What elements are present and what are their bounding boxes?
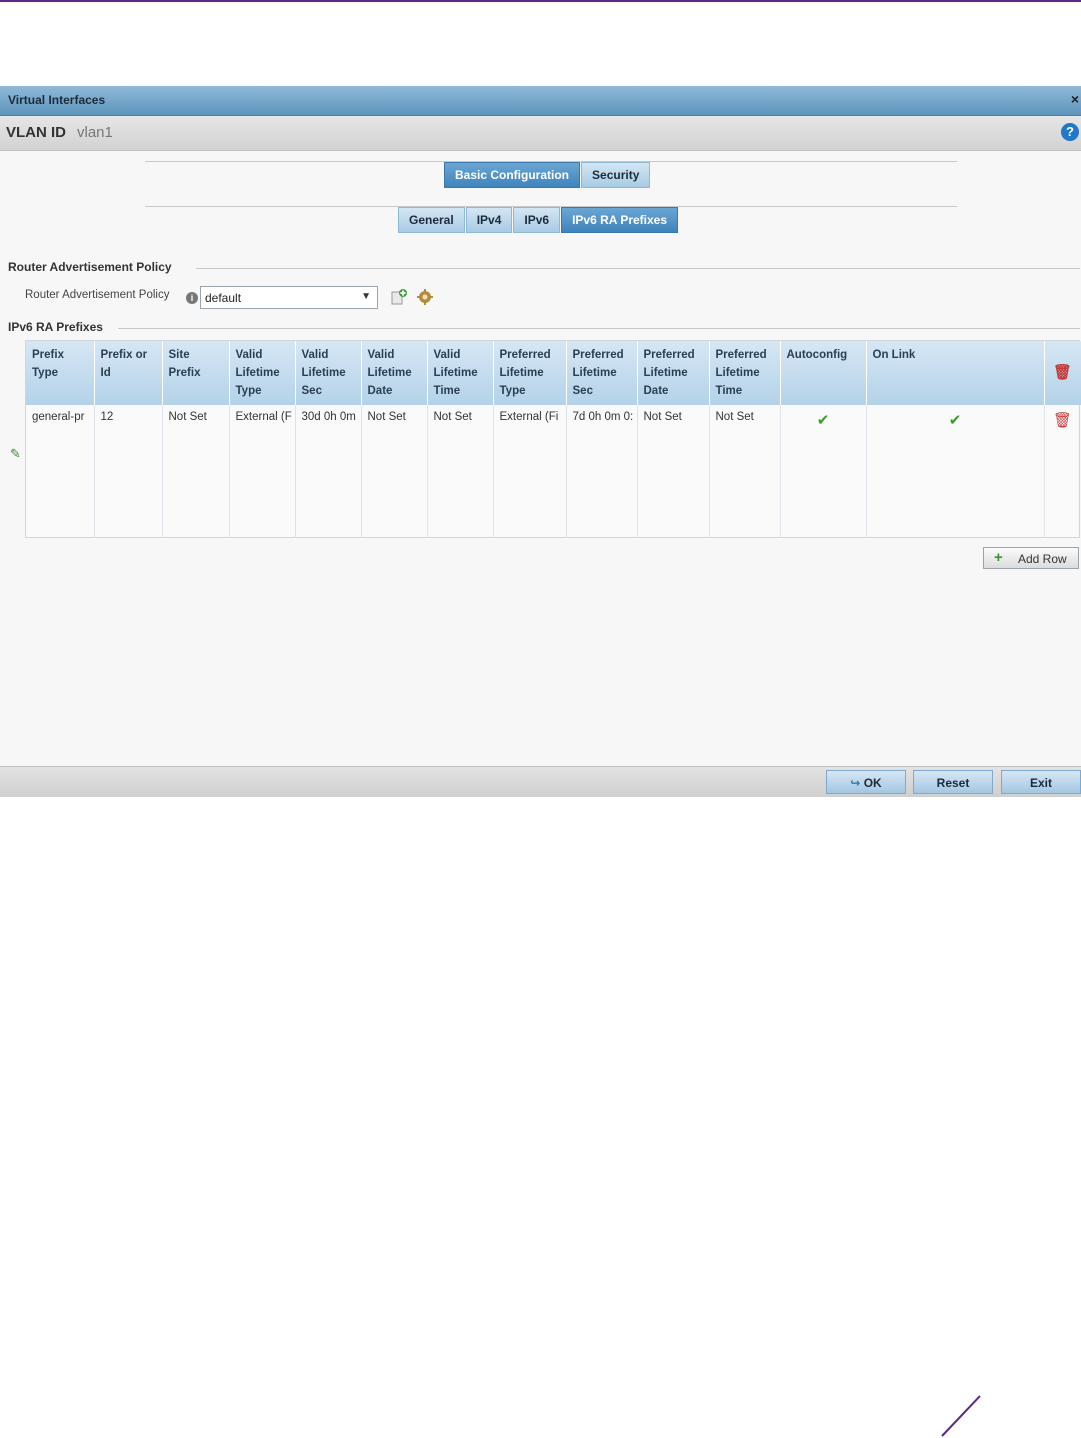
secondary-tabs: General IPv4 IPv6 IPv6 RA Prefixes: [398, 207, 679, 233]
col-prefix-or-id[interactable]: Prefix or Id: [94, 341, 163, 405]
col-valid-lifetime-date[interactable]: Valid Lifetime Date: [361, 341, 428, 405]
chevron-down-icon: ▼: [361, 291, 371, 302]
cell-preferred-lifetime-time: Not Set: [709, 405, 781, 538]
col-autoconfig[interactable]: Autoconfig: [780, 341, 867, 405]
close-icon[interactable]: ×: [1071, 91, 1079, 107]
ipv6-ra-prefixes-section-title: IPv6 RA Prefixes: [8, 320, 103, 334]
cell-autoconfig: ✔: [780, 405, 867, 538]
edit-policy-icon[interactable]: [416, 288, 434, 306]
col-valid-lifetime-time[interactable]: Valid Lifetime Time: [427, 341, 494, 405]
trash-icon[interactable]: 🗑: [1053, 412, 1072, 429]
cell-on-link: ✔: [866, 405, 1045, 538]
add-row-button[interactable]: + Add Row: [983, 547, 1079, 569]
router-policy-label: Router Advertisement Policy: [25, 289, 170, 301]
plus-icon: +: [994, 549, 1003, 566]
col-site-prefix[interactable]: Site Prefix: [162, 341, 230, 405]
cell-valid-lifetime-type: External (F: [229, 405, 296, 538]
cell-site-prefix: Not Set: [162, 405, 230, 538]
trash-icon[interactable]: 🗑: [1053, 364, 1072, 381]
cell-valid-lifetime-date: Not Set: [361, 405, 428, 538]
router-advertisement-section-title: Router Advertisement Policy: [8, 260, 172, 274]
vlan-id-value: vlan1: [77, 124, 113, 141]
dialog-title: Virtual Interfaces: [8, 93, 106, 107]
corner-slash-mark: [941, 1395, 981, 1437]
col-preferred-lifetime-time[interactable]: Preferred Lifetime Time: [709, 341, 781, 405]
delete-all-cell: 🗑: [1044, 341, 1081, 405]
tab-ipv6[interactable]: IPv6: [513, 207, 561, 233]
info-icon: i: [186, 292, 198, 304]
add-row-label: Add Row: [1018, 552, 1067, 566]
dialog-footer: ↪ OK Reset Exit: [0, 766, 1081, 797]
edit-pencil-icon[interactable]: ✎: [10, 446, 21, 462]
router-policy-selected-value: default: [205, 291, 242, 305]
tab-general[interactable]: General: [398, 207, 465, 233]
cell-prefix-or-id: 12: [94, 405, 163, 538]
reset-button[interactable]: Reset: [913, 770, 993, 794]
col-preferred-lifetime-date[interactable]: Preferred Lifetime Date: [637, 341, 710, 405]
router-policy-select[interactable]: default ▼: [200, 286, 378, 309]
ok-button[interactable]: ↪ OK: [826, 770, 906, 794]
vlan-id-label: VLAN ID: [6, 124, 66, 141]
vlan-id-bar: VLAN ID vlan1 ?: [0, 116, 1081, 151]
ok-button-label: OK: [863, 776, 882, 790]
cell-preferred-lifetime-date: Not Set: [637, 405, 710, 538]
cell-preferred-lifetime-sec: 7d 0h 0m 0:: [566, 405, 638, 538]
prefixes-section-rule: [118, 328, 1080, 329]
table-row[interactable]: general-pr 12 Not Set External (F 30d 0h…: [26, 405, 1081, 538]
tab-ipv6-ra-prefixes[interactable]: IPv6 RA Prefixes: [561, 207, 679, 233]
top-brand-rule: [0, 0, 1081, 2]
cell-valid-lifetime-time: Not Set: [427, 405, 494, 538]
dialog-titlebar: Virtual Interfaces ×: [0, 86, 1081, 116]
col-prefix-type[interactable]: Prefix Type: [26, 341, 95, 405]
cell-valid-lifetime-sec: 30d 0h 0m: [295, 405, 362, 538]
col-preferred-lifetime-type[interactable]: Preferred Lifetime Type: [493, 341, 567, 405]
primary-tabs: Basic Configuration Security: [444, 162, 651, 188]
ok-button-icon: ↪: [850, 776, 864, 790]
virtual-interfaces-dialog: Virtual Interfaces × VLAN ID vlan1 ? Bas…: [0, 86, 1081, 797]
cell-preferred-lifetime-type: External (Fi: [493, 405, 567, 538]
cell-prefix-type: general-pr: [26, 405, 95, 538]
col-valid-lifetime-type[interactable]: Valid Lifetime Type: [229, 341, 296, 405]
table-header-row: Prefix Type Prefix or Id Site Prefix Val…: [26, 341, 1081, 405]
col-on-link[interactable]: On Link: [866, 341, 1045, 405]
tab-basic-configuration[interactable]: Basic Configuration: [444, 162, 581, 188]
col-valid-lifetime-sec[interactable]: Valid Lifetime Sec: [295, 341, 362, 405]
tab-security[interactable]: Security: [581, 162, 651, 188]
checkmark-icon: ✔: [816, 412, 830, 429]
tab-ipv4[interactable]: IPv4: [465, 207, 513, 233]
col-preferred-lifetime-sec[interactable]: Preferred Lifetime Sec: [566, 341, 638, 405]
checkmark-icon: ✔: [948, 412, 962, 429]
router-section-rule: [196, 268, 1080, 269]
help-icon[interactable]: ?: [1061, 123, 1079, 141]
ipv6-ra-prefixes-table: Prefix Type Prefix or Id Site Prefix Val…: [25, 340, 1081, 538]
create-policy-icon[interactable]: [390, 288, 408, 306]
cell-delete: 🗑: [1044, 405, 1081, 538]
exit-button[interactable]: Exit: [1001, 770, 1081, 794]
